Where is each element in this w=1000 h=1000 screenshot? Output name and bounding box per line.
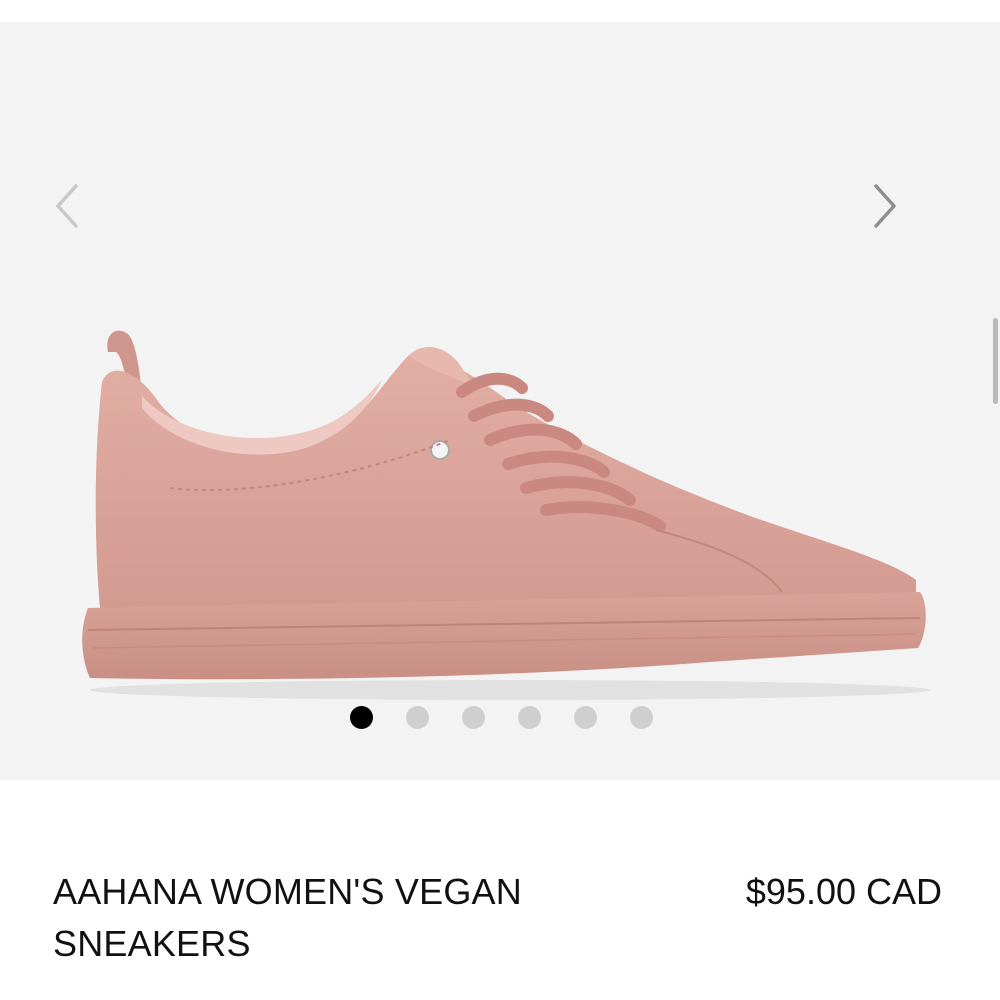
carousel-pagination — [0, 706, 1000, 730]
carousel-dot-3[interactable] — [461, 706, 485, 729]
next-image-button[interactable] — [864, 180, 904, 232]
sneaker-illustration — [82, 330, 930, 700]
previous-image-button[interactable] — [48, 180, 88, 232]
product-price: $95.00 CAD — [745, 871, 942, 912]
product-page: AAHANA WOMEN'S VEGAN SNEAKERS $95.00 CAD — [0, 0, 1000, 1000]
product-image-carousel[interactable] — [0, 22, 1000, 780]
carousel-dot-2[interactable] — [405, 706, 429, 729]
carousel-dot-1[interactable] — [349, 706, 373, 729]
carousel-dot-5[interactable] — [573, 706, 597, 729]
carousel-dot-6[interactable] — [629, 706, 653, 729]
product-image — [70, 312, 940, 712]
carousel-dot-4[interactable] — [517, 706, 541, 729]
chevron-right-icon — [874, 184, 896, 228]
product-title: AAHANA WOMEN'S VEGAN SNEAKERS — [53, 871, 522, 964]
chevron-left-icon — [56, 184, 78, 228]
page-scrollbar[interactable] — [993, 318, 998, 404]
